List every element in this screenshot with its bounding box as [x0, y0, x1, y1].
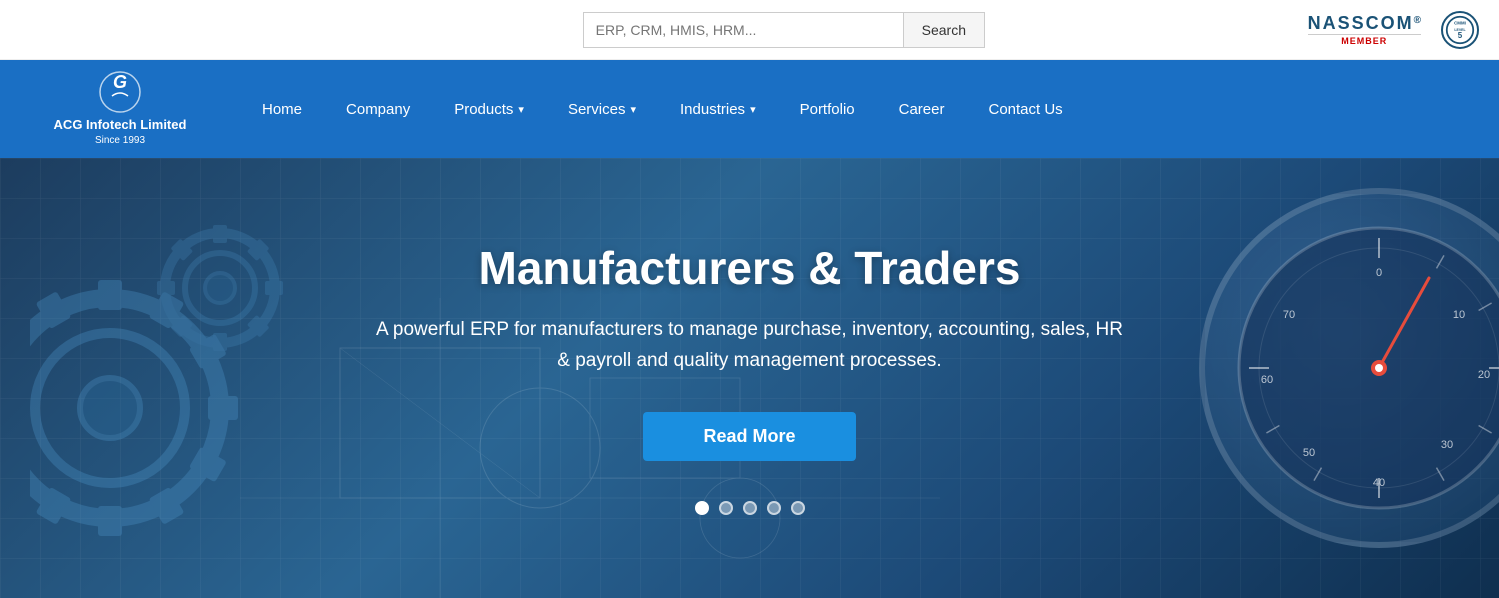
read-more-button[interactable]: Read More: [643, 412, 855, 461]
top-bar: Search NASSCOM ® MEMBER CMMI LEVEL 5: [0, 0, 1499, 60]
search-area: Search: [583, 12, 985, 48]
nasscom-badge: NASSCOM ® MEMBER: [1308, 13, 1421, 46]
svg-text:10: 10: [1453, 309, 1465, 321]
nasscom-text: NASSCOM: [1308, 13, 1414, 34]
svg-text:70: 70: [1283, 309, 1295, 321]
hero-banner: 0 10 20 30 40 50 60 70 Manufacturers: [0, 158, 1499, 598]
logo-text: ACG Infotech Limited Since 1993: [54, 116, 187, 148]
carousel-dots: [370, 501, 1130, 515]
carousel-dot-4[interactable]: [767, 501, 781, 515]
carousel-dot-5[interactable]: [791, 501, 805, 515]
nav-item-career[interactable]: Career: [877, 60, 967, 158]
svg-text:G: G: [113, 72, 127, 92]
header: G ACG Infotech Limited Since 1993 Home C…: [0, 60, 1499, 158]
logo-icon: G: [98, 70, 142, 114]
nav-company-label: Company: [346, 101, 410, 118]
products-chevron-icon: ▾: [518, 103, 524, 116]
carousel-dot-1[interactable]: [695, 501, 709, 515]
carousel-dot-2[interactable]: [719, 501, 733, 515]
nasscom-member-text: MEMBER: [1308, 34, 1421, 46]
nasscom-registered-icon: ®: [1414, 15, 1421, 26]
nav-items: Home Company Products ▾ Services ▾ Indus…: [240, 60, 1499, 158]
svg-text:5: 5: [1458, 30, 1463, 39]
nav-item-company[interactable]: Company: [324, 60, 432, 158]
nav-products-label: Products: [454, 101, 513, 118]
badges-area: NASSCOM ® MEMBER CMMI LEVEL 5: [1308, 11, 1479, 49]
nav-home-label: Home: [262, 101, 302, 118]
gauge-svg-icon: 0 10 20 30 40 50 60 70: [1229, 218, 1499, 518]
nav-item-products[interactable]: Products ▾: [432, 60, 546, 158]
nav-item-portfolio[interactable]: Portfolio: [778, 60, 877, 158]
nav-item-contact[interactable]: Contact Us: [966, 60, 1084, 158]
nav-career-label: Career: [899, 101, 945, 118]
svg-text:40: 40: [1373, 477, 1385, 489]
company-since: Since 1993: [54, 134, 187, 148]
cmmi-circle: CMMI LEVEL 5: [1441, 11, 1479, 49]
svg-text:CMMI: CMMI: [1454, 20, 1466, 25]
hero-content: Manufacturers & Traders A powerful ERP f…: [350, 241, 1150, 515]
svg-text:0: 0: [1376, 267, 1382, 279]
logo-area[interactable]: G ACG Infotech Limited Since 1993: [0, 60, 240, 158]
navbar: Home Company Products ▾ Services ▾ Indus…: [240, 60, 1499, 158]
svg-text:60: 60: [1261, 374, 1273, 386]
search-button[interactable]: Search: [903, 12, 985, 48]
search-input[interactable]: [583, 12, 903, 48]
hero-subtitle: A powerful ERP for manufacturers to mana…: [370, 315, 1130, 376]
nav-services-label: Services: [568, 101, 626, 118]
svg-text:50: 50: [1303, 447, 1315, 459]
nav-contact-label: Contact Us: [988, 101, 1062, 118]
services-chevron-icon: ▾: [630, 103, 636, 116]
nav-industries-label: Industries: [680, 101, 745, 118]
svg-text:30: 30: [1441, 439, 1453, 451]
nav-item-industries[interactable]: Industries ▾: [658, 60, 778, 158]
gauge-circle: 0 10 20 30 40 50 60 70: [1199, 188, 1499, 548]
company-name: ACG Infotech Limited: [54, 116, 187, 134]
nav-portfolio-label: Portfolio: [800, 101, 855, 118]
hero-title: Manufacturers & Traders: [370, 241, 1130, 295]
carousel-dot-3[interactable]: [743, 501, 757, 515]
svg-text:20: 20: [1478, 369, 1490, 381]
cmmi-badge: CMMI LEVEL 5: [1441, 11, 1479, 49]
nav-item-services[interactable]: Services ▾: [546, 60, 658, 158]
nav-item-home[interactable]: Home: [240, 60, 324, 158]
industries-chevron-icon: ▾: [750, 103, 756, 116]
